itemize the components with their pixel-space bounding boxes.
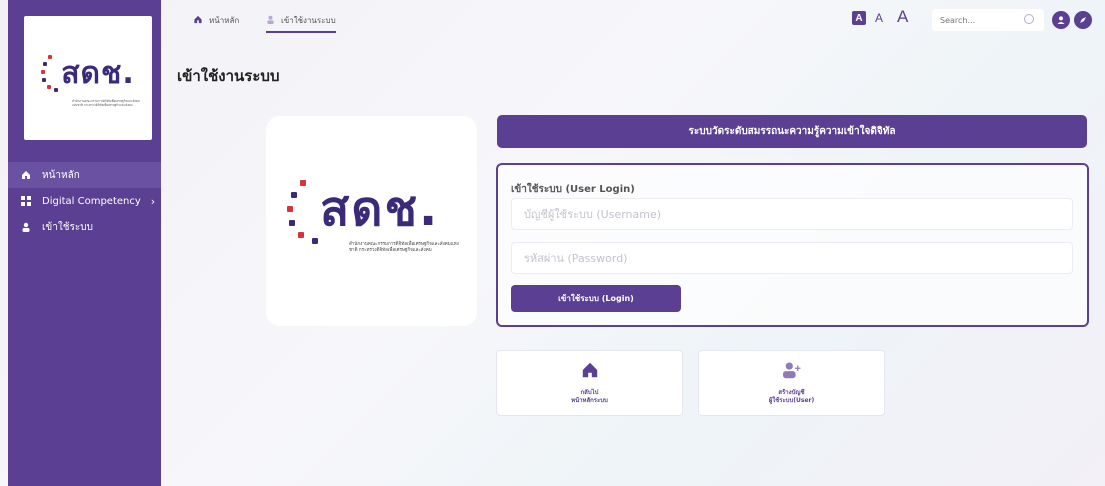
- back-home-card[interactable]: กลับไป หน้าหลักระบบ: [496, 350, 683, 416]
- font-size-medium-button[interactable]: A: [875, 11, 883, 25]
- account-button[interactable]: [1052, 11, 1070, 29]
- compass-icon: [1080, 17, 1086, 23]
- home-icon: [581, 361, 599, 383]
- password-input[interactable]: [512, 243, 1072, 273]
- logo-text: สดช.: [61, 55, 135, 91]
- username-field-wrap: [511, 198, 1073, 230]
- sidebar-item-label: Digital Competency: [42, 195, 141, 207]
- logo-card[interactable]: สดช. สำนักงานคณะกรรมการดิจิทัลเพื่อเศรษฐ…: [24, 16, 152, 140]
- logo-subtitle: สำนักงานคณะกรรมการดิจิทัลเพื่อเศรษฐกิจแล…: [72, 98, 140, 107]
- user-icon: [20, 222, 32, 232]
- agency-logo-card: สดช. สำนักงานคณะกรรมการดิจิทัลเพื่อเศรษฐ…: [266, 116, 477, 326]
- system-banner: ระบบวัดระดับสมรรถนะความรู้ความเข้าใจดิจิ…: [497, 115, 1087, 148]
- breadcrumb-label: หน้าหลัก: [209, 16, 240, 25]
- chevron-right-icon: ›: [150, 194, 156, 208]
- card-label: ผู้ใช้ระบบ(User): [768, 397, 815, 404]
- breadcrumb-home[interactable]: หน้าหลัก: [193, 14, 239, 27]
- font-size-large-button[interactable]: A: [897, 7, 908, 27]
- search-input[interactable]: [940, 15, 1020, 25]
- logo-dots-icon: [41, 53, 59, 93]
- logo-dots-icon: [286, 174, 318, 244]
- password-field-wrap: [511, 242, 1073, 274]
- sidebar-item-home[interactable]: หน้าหลัก: [8, 162, 161, 188]
- login-button[interactable]: เข้าใช้ระบบ (Login): [511, 285, 681, 312]
- sidebar-menu: หน้าหลัก Digital Competency › เข้าใช้ระบ…: [8, 162, 161, 240]
- login-heading: เข้าใช้ระบบ (User Login): [511, 184, 635, 195]
- logo-subtitle: สำนักงานคณะกรรมการดิจิทัลเพื่อเศรษฐกิจแล…: [349, 242, 459, 253]
- username-input[interactable]: [512, 199, 1072, 229]
- page-title: เข้าใช้งานระบบ: [177, 67, 280, 85]
- sidebar: สดช. สำนักงานคณะกรรมการดิจิทัลเพื่อเศรษฐ…: [8, 0, 161, 486]
- breadcrumb-label: เข้าใช้งานระบบ: [281, 16, 336, 25]
- card-label: สร้างบัญชี: [778, 389, 805, 396]
- sidebar-item-label: หน้าหลัก: [42, 169, 80, 181]
- add-user-icon: [781, 361, 803, 383]
- sidebar-item-digital-competency[interactable]: Digital Competency ›: [8, 188, 161, 214]
- register-card[interactable]: สร้างบัญชี ผู้ใช้ระบบ(User): [698, 350, 885, 416]
- sidebar-item-label: เข้าใช้ระบบ: [42, 221, 93, 233]
- login-panel: เข้าใช้ระบบ (User Login) เข้าใช้ระบบ (Lo…: [496, 163, 1089, 327]
- font-size-small-button[interactable]: A: [852, 11, 866, 25]
- search-icon[interactable]: [1024, 14, 1034, 24]
- sidebar-item-login[interactable]: เข้าใช้ระบบ: [8, 214, 161, 240]
- card-label: กลับไป: [580, 389, 599, 396]
- home-icon: [193, 15, 203, 27]
- settings-button[interactable]: [1074, 11, 1092, 29]
- breadcrumb-login[interactable]: เข้าใช้งานระบบ: [266, 14, 336, 33]
- grid-icon: [20, 196, 32, 206]
- user-icon: [266, 15, 275, 27]
- home-icon: [20, 170, 32, 180]
- search-box: [932, 9, 1044, 31]
- card-label: หน้าหลักระบบ: [571, 397, 608, 404]
- user-circle-icon: [1057, 16, 1065, 24]
- logo-text: สดช.: [320, 181, 440, 237]
